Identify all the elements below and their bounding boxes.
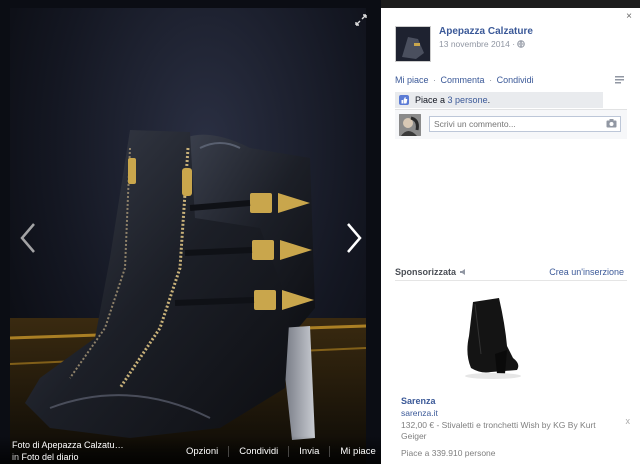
ad-description: 132,00 € - Stivaletti e tronchetti Wish … [401,420,596,441]
post-comment-link[interactable]: Commenta [441,75,485,85]
photo-viewer: Foto di Apepazza Calzatu… in Foto del di… [0,0,381,464]
share-button[interactable]: Condividi [228,446,288,457]
avatar-image [396,27,430,61]
comment-input[interactable] [429,116,621,132]
user-avatar-image [399,114,421,136]
likes-prefix: Piace a [415,95,446,105]
sponsored-text: Sponsorizzata [395,267,457,277]
ad-url-link[interactable]: sarenza.it [401,408,438,418]
separator: · [489,75,493,85]
camera-icon[interactable] [606,119,617,128]
globe-icon [517,40,526,48]
user-avatar [399,114,421,136]
page-avatar[interactable] [395,26,431,62]
ad-title-link[interactable]: Sarenza [401,396,436,406]
comment-composer [395,109,627,139]
photo-caption-album: in Foto del diario [12,452,79,462]
create-ad-link[interactable]: Crea un'inserzione [549,267,624,277]
photo-caption-title[interactable]: Foto di Apepazza Calzatu… [12,440,124,450]
photo-actions: Opzioni Condividi Invia Mi piace [186,446,381,457]
expand-icon[interactable] [355,14,367,26]
like-button[interactable]: Mi piace [329,446,381,457]
post-date: 13 novembre 2014 · [439,39,526,49]
post-share-link[interactable]: Condividi [497,75,534,85]
menu-icon[interactable] [615,76,624,84]
caption-in-label: in [12,452,20,462]
megaphone-icon [460,269,466,275]
ad-likes: Piace a 339.910 persone [401,448,496,458]
likes-count-link[interactable]: 3 persone [448,95,488,105]
send-button[interactable]: Invia [288,446,329,457]
likes-summary: Piace a 3 persone. [395,92,603,108]
close-button[interactable]: × [626,11,632,22]
thumbs-up-icon [399,95,409,105]
post-date-text: 13 novembre 2014 · [439,39,516,49]
boots-illustration [10,130,366,464]
chevron-right-icon[interactable] [342,220,366,256]
album-link[interactable]: Foto del diario [22,452,79,462]
likes-suffix: . [487,95,491,105]
post-panel: × Apepazza Calzature 13 novembre 2014 · … [381,8,640,464]
divider [395,280,627,281]
likes-text: Piace a 3 persone. [415,95,490,105]
page-name-link[interactable]: Apepazza Calzature [439,26,533,37]
sponsored-label: Sponsorizzata [395,267,467,277]
separator: · [433,75,437,85]
hide-ad-button[interactable]: x [626,416,631,426]
options-button[interactable]: Opzioni [186,446,228,457]
ad-image[interactable] [441,284,533,384]
post-like-link[interactable]: Mi piace [395,75,429,85]
photo-image[interactable] [10,8,366,464]
post-actions: Mi piace · Commenta · Condividi [395,75,534,85]
chevron-left-icon[interactable] [16,220,40,256]
